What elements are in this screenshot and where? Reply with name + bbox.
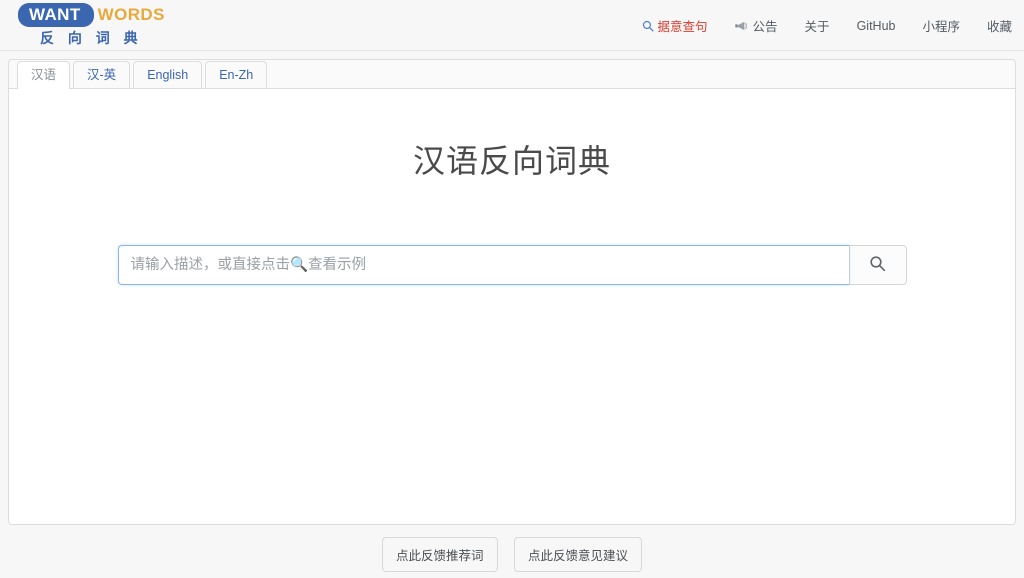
tab-han-ying[interactable]: 汉-英 bbox=[73, 61, 131, 89]
site-header: WANT WORDS 反 向 词 典 据意查句 公告 关于 GitHub 小程序… bbox=[0, 0, 1024, 51]
nav-item-label: 据意查句 bbox=[657, 20, 708, 34]
nav-item-label: 公告 bbox=[752, 20, 778, 34]
search-icon bbox=[869, 255, 886, 275]
feedback-button-row: 点此反馈推荐词 点此反馈意见建议 bbox=[0, 537, 1024, 572]
logo-wordmark: WANT WORDS bbox=[18, 2, 188, 27]
logo-subtitle: 反 向 词 典 bbox=[40, 30, 143, 46]
nav-item-shoucang[interactable]: 收藏 bbox=[987, 16, 1012, 35]
site-footer: 点此反馈推荐词 点此反馈意见建议 Copyright © 2019-2023 T… bbox=[0, 537, 1024, 578]
nav-item-label: GitHub bbox=[856, 18, 896, 33]
nav-item-xiaochengxu[interactable]: 小程序 bbox=[922, 16, 960, 35]
nav-item-label: 收藏 bbox=[986, 20, 1012, 34]
search-input[interactable] bbox=[117, 245, 849, 285]
megaphone-icon bbox=[734, 20, 749, 32]
nav-item-github[interactable]: GitHub bbox=[857, 19, 896, 33]
nav-item-juyichaju[interactable]: 据意查句 bbox=[642, 16, 708, 35]
tab-hanyu[interactable]: 汉语 bbox=[17, 61, 71, 89]
feedback-recommend-word-button[interactable]: 点此反馈推荐词 bbox=[382, 537, 498, 572]
feedback-suggestion-button[interactable]: 点此反馈意见建议 bbox=[513, 537, 642, 572]
page-title: 汉语反向词典 bbox=[412, 143, 611, 179]
language-tabstrip: 汉语 汉-英 English En-Zh bbox=[8, 59, 1016, 89]
search-row bbox=[9, 245, 1015, 285]
site-logo[interactable]: WANT WORDS 反 向 词 典 bbox=[18, 2, 188, 48]
logo-words-text: WORDS bbox=[97, 5, 165, 24]
main-navigation: 据意查句 公告 关于 GitHub 小程序 收藏 bbox=[615, 0, 1012, 51]
logo-want-text: WANT bbox=[18, 2, 94, 27]
nav-item-label: 关于 bbox=[804, 20, 830, 34]
nav-item-guanyu[interactable]: 关于 bbox=[805, 16, 830, 35]
nav-item-label: 小程序 bbox=[922, 20, 960, 34]
main-content-panel: 汉语反向词典 bbox=[8, 88, 1016, 525]
tabstrip-container: 汉语 汉-英 English En-Zh bbox=[0, 51, 1024, 89]
tab-english[interactable]: English bbox=[133, 61, 203, 89]
search-icon bbox=[642, 20, 654, 32]
tab-en-zh[interactable]: En-Zh bbox=[205, 61, 268, 89]
nav-item-gonggao[interactable]: 公告 bbox=[734, 16, 778, 35]
search-submit-button[interactable] bbox=[848, 245, 907, 285]
